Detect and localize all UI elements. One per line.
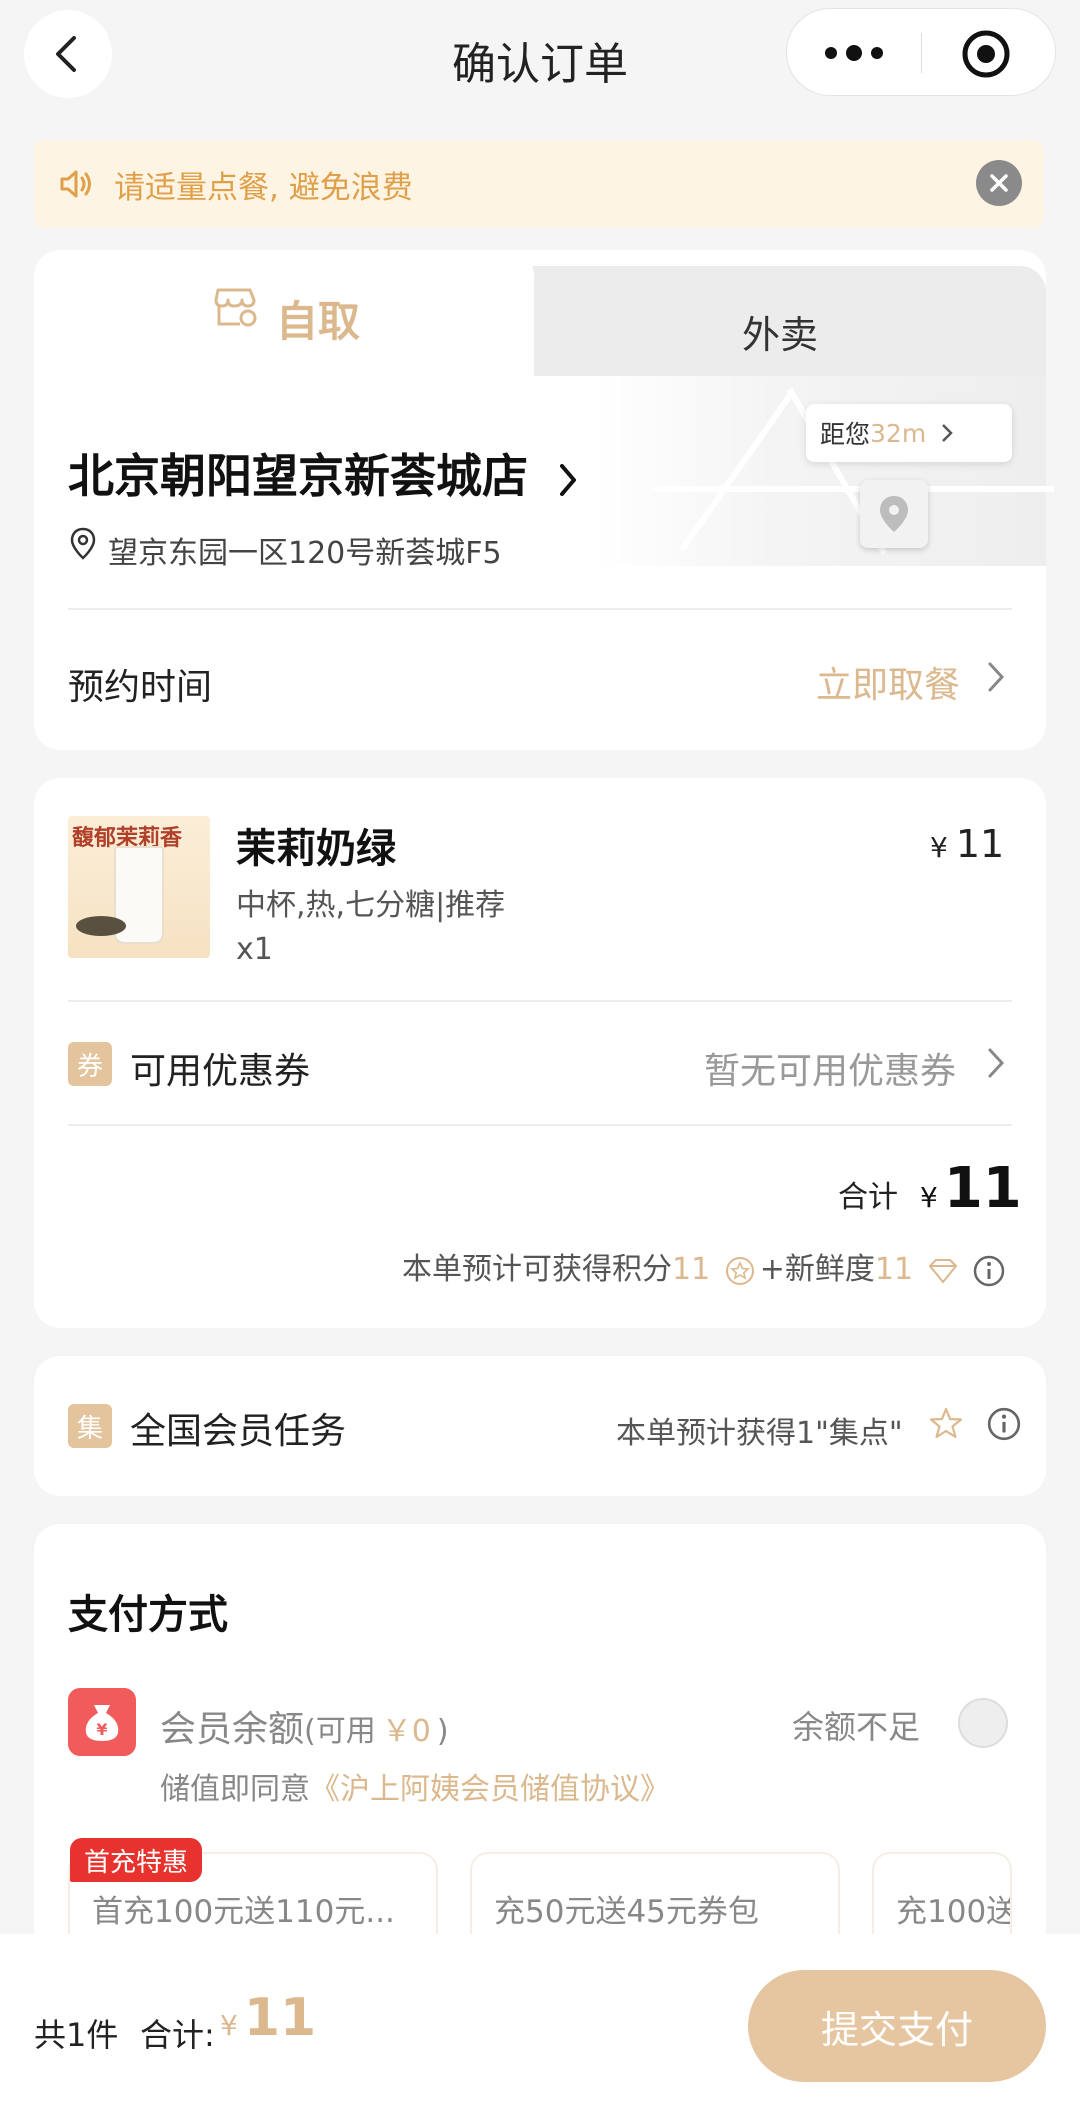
payment-title: 支付方式 <box>68 1592 228 1638</box>
divider <box>68 608 1012 610</box>
schedule-value: 立即取餐 <box>816 665 961 706</box>
schedule-label: 预约时间 <box>68 667 213 708</box>
divider <box>68 1124 1012 1126</box>
points-estimate: 本单预计可获得积分11 +新鲜度11 <box>402 1244 1006 1288</box>
tab-pickup-label: 自取 <box>276 297 361 346</box>
chevron-right-icon <box>560 463 577 496</box>
product-price: ¥11 <box>930 822 1004 866</box>
freshness-value: 11 <box>874 1252 914 1287</box>
notice-text: 请适量点餐, 避免浪费 <box>114 170 413 206</box>
map-pin-marker <box>860 480 928 548</box>
coupon-label: 可用优惠券 <box>130 1051 311 1092</box>
member-balance-label: 会员余额(可用 ￥0) <box>160 1700 449 1752</box>
item-count: 共1件 <box>34 2016 119 2054</box>
balance-status: 余额不足 <box>792 1708 921 1746</box>
star-outline-icon <box>929 1407 963 1439</box>
freshness-prefix: +新鲜度 <box>759 1252 875 1287</box>
location-outline-icon <box>70 527 96 560</box>
coupon-tag-icon: 券 <box>68 1042 112 1086</box>
agreement-line: 储值即同意《沪上阿姨会员储值协议》 <box>160 1764 670 1808</box>
distance-prefix: 距您 <box>820 420 871 449</box>
currency-symbol: ¥ <box>930 831 948 864</box>
distance-bubble[interactable]: 距您 32m <box>806 404 1012 462</box>
total-label: 合计 <box>838 1180 898 1215</box>
chevron-right-icon <box>988 1048 1005 1078</box>
store-name-text: 北京朝阳望京新荟城店 <box>68 449 528 503</box>
mini-program-capsule <box>786 8 1056 96</box>
tab-pickup[interactable]: 自取 <box>34 250 534 376</box>
member-task-card: 集 全国会员任务 本单预计获得1"集点" <box>34 1356 1046 1496</box>
store-name[interactable]: 北京朝阳望京新荟城店 <box>68 440 578 506</box>
product-spec: 中杯,热,七分糖|推荐 <box>236 888 506 923</box>
balance-available-value: ￥0 <box>381 1714 431 1749</box>
bottom-total: ¥11 <box>220 1988 316 2048</box>
tab-delivery-label: 外卖 <box>741 313 818 357</box>
coupon-row[interactable]: 券 可用优惠券 暂无可用优惠券 <box>68 1016 1012 1116</box>
info-icon[interactable] <box>986 1406 1022 1442</box>
distance-value: 32m <box>870 418 927 448</box>
balance-label-text: 会员余额 <box>160 1709 305 1750</box>
location-pin-icon <box>880 496 908 532</box>
waste-notice-bar: 请适量点餐, 避免浪费 <box>34 140 1044 228</box>
close-icon <box>990 174 1008 192</box>
balance-radio[interactable] <box>958 1698 1008 1748</box>
more-dots-icon[interactable] <box>819 35 889 71</box>
diamond-icon <box>928 1258 957 1283</box>
points-star-icon <box>725 1256 754 1285</box>
member-task-value: 本单预计获得1"集点" <box>616 1416 903 1451</box>
close-notice-button[interactable] <box>976 160 1022 206</box>
wallet-bag-icon: ¥ <box>68 1688 136 1756</box>
bottom-total-value: 11 <box>243 1988 317 2048</box>
chevron-right-icon <box>988 662 1005 692</box>
first-recharge-badge: 首充特惠 <box>70 1838 203 1882</box>
submit-payment-button[interactable]: 提交支付 <box>748 1970 1046 2082</box>
divider <box>68 1000 1012 1002</box>
currency-symbol: ¥ <box>920 1181 938 1214</box>
product-name: 茉莉奶绿 <box>236 826 396 872</box>
tab-delivery[interactable]: 外卖 <box>514 266 1046 376</box>
currency-symbol: ¥ <box>220 2009 238 2042</box>
agreement-prefix: 储值即同意 <box>160 1772 310 1807</box>
points-prefix: 本单预计可获得积分 <box>402 1252 672 1287</box>
total-amount-value: 11 <box>943 1156 1022 1221</box>
record-icon[interactable] <box>961 29 1011 79</box>
coupon-value: 暂无可用优惠券 <box>704 1051 957 1092</box>
speaker-icon <box>60 170 91 198</box>
capsule-divider <box>921 33 922 73</box>
total-amount: ¥11 <box>920 1156 1022 1221</box>
product-price-value: 11 <box>955 822 1005 866</box>
store-pickup-icon <box>214 288 257 327</box>
schedule-row[interactable]: 预约时间 立即取餐 <box>68 630 1012 730</box>
member-task-label: 全国会员任务 <box>130 1411 347 1452</box>
chevron-right-icon <box>942 424 953 442</box>
info-icon[interactable] <box>972 1254 1006 1288</box>
product-qty: x1 <box>236 932 273 967</box>
product-image: 馥郁茉莉香 <box>68 816 210 958</box>
agreement-link[interactable]: 《沪上阿姨会员储值协议》 <box>310 1772 670 1807</box>
points-value: 11 <box>672 1252 711 1287</box>
collect-tag-icon: 集 <box>68 1404 112 1448</box>
balance-available-close: ) <box>436 1714 449 1749</box>
balance-available-open: (可用 <box>304 1714 376 1749</box>
bottom-total-label: 合计: <box>140 2016 215 2054</box>
svg-text:¥: ¥ <box>96 1720 107 1739</box>
store-address: 望京东园一区120号新荟城F5 <box>108 536 502 571</box>
